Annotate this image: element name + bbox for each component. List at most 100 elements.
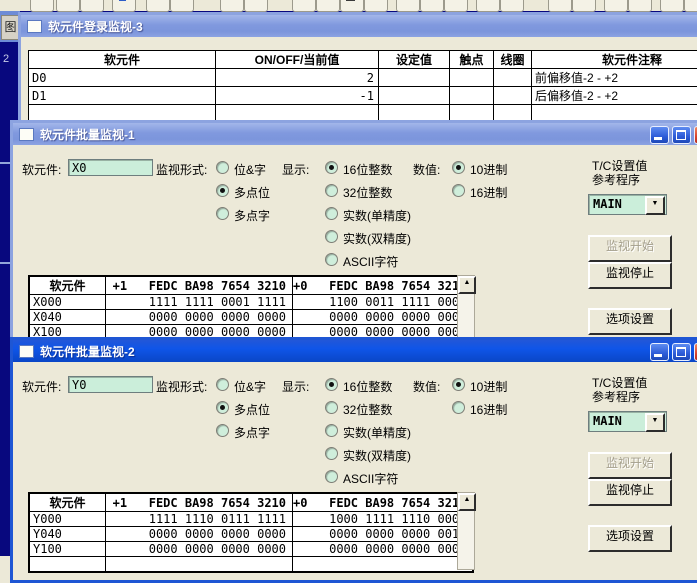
- monitor-start-button[interactable]: 监视开始: [588, 235, 672, 262]
- radio-hex[interactable]: [452, 401, 465, 414]
- radio-real-single-label[interactable]: 实数(单精度): [343, 207, 411, 224]
- toolbar-button-fragment[interactable]: [340, 0, 364, 12]
- radio-real-single[interactable]: [325, 207, 338, 220]
- radio-int32[interactable]: [325, 184, 338, 197]
- radio-int16-label[interactable]: 16位整数: [343, 378, 392, 395]
- batch-monitor-2-titlebar[interactable]: 软元件批量监视-2: [13, 340, 697, 362]
- toolbar-button-fragment[interactable]: [444, 0, 468, 12]
- plus0-column-header: +0 FEDC BA98 7654 3210: [293, 493, 474, 512]
- radio-multipoint-bit-label[interactable]: 多点位: [234, 401, 270, 418]
- chevron-down-icon[interactable]: ▼: [645, 196, 665, 215]
- toolbar-button-fragment[interactable]: [56, 0, 80, 12]
- toolbar-button-fragment[interactable]: [316, 0, 340, 12]
- radio-real-double[interactable]: [325, 230, 338, 243]
- toolbar-button-fragment[interactable]: [684, 0, 697, 12]
- device-cell[interactable]: D1: [29, 87, 216, 105]
- device-cell[interactable]: [29, 105, 216, 121]
- toolbar-button-fragment[interactable]: [220, 0, 244, 12]
- toolbar-button-fragment[interactable]: [146, 0, 170, 12]
- device-input[interactable]: [68, 159, 153, 176]
- table-scrollbar[interactable]: ▲: [457, 492, 475, 570]
- radio-hex-label[interactable]: 16进制: [470, 401, 507, 418]
- radio-ascii[interactable]: [325, 253, 338, 266]
- table-row: Y100 0000 0000 0000 0000 0000 0000 0000 …: [29, 542, 473, 557]
- radio-ascii-label[interactable]: ASCII字符: [343, 253, 398, 270]
- radio-real-single[interactable]: [325, 424, 338, 437]
- minimize-button[interactable]: [650, 343, 669, 361]
- toolbar-button-fragment[interactable]: X: [364, 0, 388, 12]
- chevron-down-icon[interactable]: ▼: [645, 413, 665, 432]
- table-row-empty: [29, 105, 697, 121]
- device-label: 软元件:: [22, 378, 61, 395]
- radio-multipoint-word-label[interactable]: 多点字: [234, 207, 270, 224]
- radio-real-double-label[interactable]: 实数(双精度): [343, 447, 411, 464]
- radio-multipoint-bit[interactable]: [216, 184, 229, 197]
- radio-int32-label[interactable]: 32位整数: [343, 401, 392, 418]
- toolbar-button-fragment[interactable]: [500, 0, 524, 12]
- column-header: 软元件注释: [532, 51, 697, 69]
- radio-multipoint-bit[interactable]: [216, 401, 229, 414]
- radio-real-double-label[interactable]: 实数(双精度): [343, 230, 411, 247]
- monitor-stop-button[interactable]: 监视停止: [588, 479, 672, 506]
- radio-decimal-label[interactable]: 10进制: [470, 161, 507, 178]
- toolbar-button-fragment[interactable]: [628, 0, 652, 12]
- toolbar-button-fragment[interactable]: xxxx: [396, 0, 420, 12]
- device-input[interactable]: [68, 376, 153, 393]
- scroll-up-button[interactable]: ▲: [458, 276, 476, 294]
- toolbar-button-fragment[interactable]: [30, 0, 54, 12]
- minimize-button[interactable]: [650, 126, 669, 144]
- radio-decimal-label[interactable]: 10进制: [470, 378, 507, 395]
- radio-int32-label[interactable]: 32位整数: [343, 184, 392, 201]
- options-button[interactable]: 选项设置: [588, 525, 672, 552]
- toolbar-button-fragment[interactable]: [244, 0, 268, 12]
- plus0-bits-cell: 1000 1111 1110 0000: [293, 512, 474, 527]
- radio-real-double[interactable]: [325, 447, 338, 460]
- toolbar-button-fragment[interactable]: [112, 0, 136, 12]
- radio-bit-and-word[interactable]: [216, 161, 229, 174]
- radio-multipoint-word[interactable]: [216, 207, 229, 220]
- radio-int16-label[interactable]: 16位整数: [343, 161, 392, 178]
- radio-decimal[interactable]: [452, 378, 465, 391]
- radio-hex-label[interactable]: 16进制: [470, 184, 507, 201]
- radio-int16[interactable]: [325, 161, 338, 174]
- radio-int16[interactable]: [325, 378, 338, 391]
- toolbar-button-fragment[interactable]: [420, 0, 444, 12]
- monitor-stop-button[interactable]: 监视停止: [588, 262, 672, 289]
- table-row: X000 1111 1111 0001 1111 1100 0011 1111 …: [29, 295, 473, 310]
- plus0-bits-cell: 1100 0011 1111 0000: [293, 295, 474, 310]
- toolbar-button-fragment[interactable]: [572, 0, 596, 12]
- column-header: ON/OFF/当前值: [216, 51, 379, 69]
- radio-bit-and-word-label[interactable]: 位&字: [234, 161, 266, 178]
- maximize-button[interactable]: [672, 343, 691, 361]
- radio-multipoint-word[interactable]: [216, 424, 229, 437]
- radio-bit-and-word[interactable]: [216, 378, 229, 391]
- radio-hex[interactable]: [452, 184, 465, 197]
- options-button[interactable]: 选项设置: [588, 308, 672, 335]
- radio-multipoint-bit-label[interactable]: 多点位: [234, 184, 270, 201]
- registration-monitor-table: 软元件 ON/OFF/当前值 设定值 触点 线圈 软元件注释 D0 2 前偏移值…: [28, 50, 697, 121]
- batch-monitor-1-titlebar[interactable]: 软元件批量监视-1: [13, 123, 697, 145]
- program-combobox[interactable]: MAIN ▼: [588, 411, 667, 432]
- radio-ascii[interactable]: [325, 470, 338, 483]
- coil-cell: [494, 69, 532, 87]
- device-cell[interactable]: D0: [29, 69, 216, 87]
- toolbar-button-fragment[interactable]: [604, 0, 628, 12]
- registration-monitor-titlebar[interactable]: 软元件登录监视-3: [21, 15, 697, 37]
- toolbar-button-fragment[interactable]: [548, 0, 572, 12]
- radio-ascii-label[interactable]: ASCII字符: [343, 470, 398, 487]
- radio-bit-and-word-label[interactable]: 位&字: [234, 378, 266, 395]
- maximize-button[interactable]: [672, 126, 691, 144]
- radio-int32[interactable]: [325, 401, 338, 414]
- toolbar-button-fragment[interactable]: [80, 0, 104, 12]
- monitor-start-button[interactable]: 监视开始: [588, 452, 672, 479]
- radio-real-single-label[interactable]: 实数(单精度): [343, 424, 411, 441]
- scroll-up-button[interactable]: ▲: [458, 493, 476, 511]
- toolbar-button-fragment[interactable]: [660, 0, 684, 12]
- program-combobox[interactable]: MAIN ▼: [588, 194, 667, 215]
- toolbar-button-fragment[interactable]: [170, 0, 194, 12]
- radio-multipoint-word-label[interactable]: 多点字: [234, 424, 270, 441]
- toolbar-button-fragment[interactable]: [292, 0, 316, 12]
- toolbar-button-fragment[interactable]: [476, 0, 500, 12]
- radio-decimal[interactable]: [452, 161, 465, 174]
- batch-monitor-2-table: 软元件 +1 FEDC BA98 7654 3210 +0 FEDC BA98 …: [28, 492, 474, 573]
